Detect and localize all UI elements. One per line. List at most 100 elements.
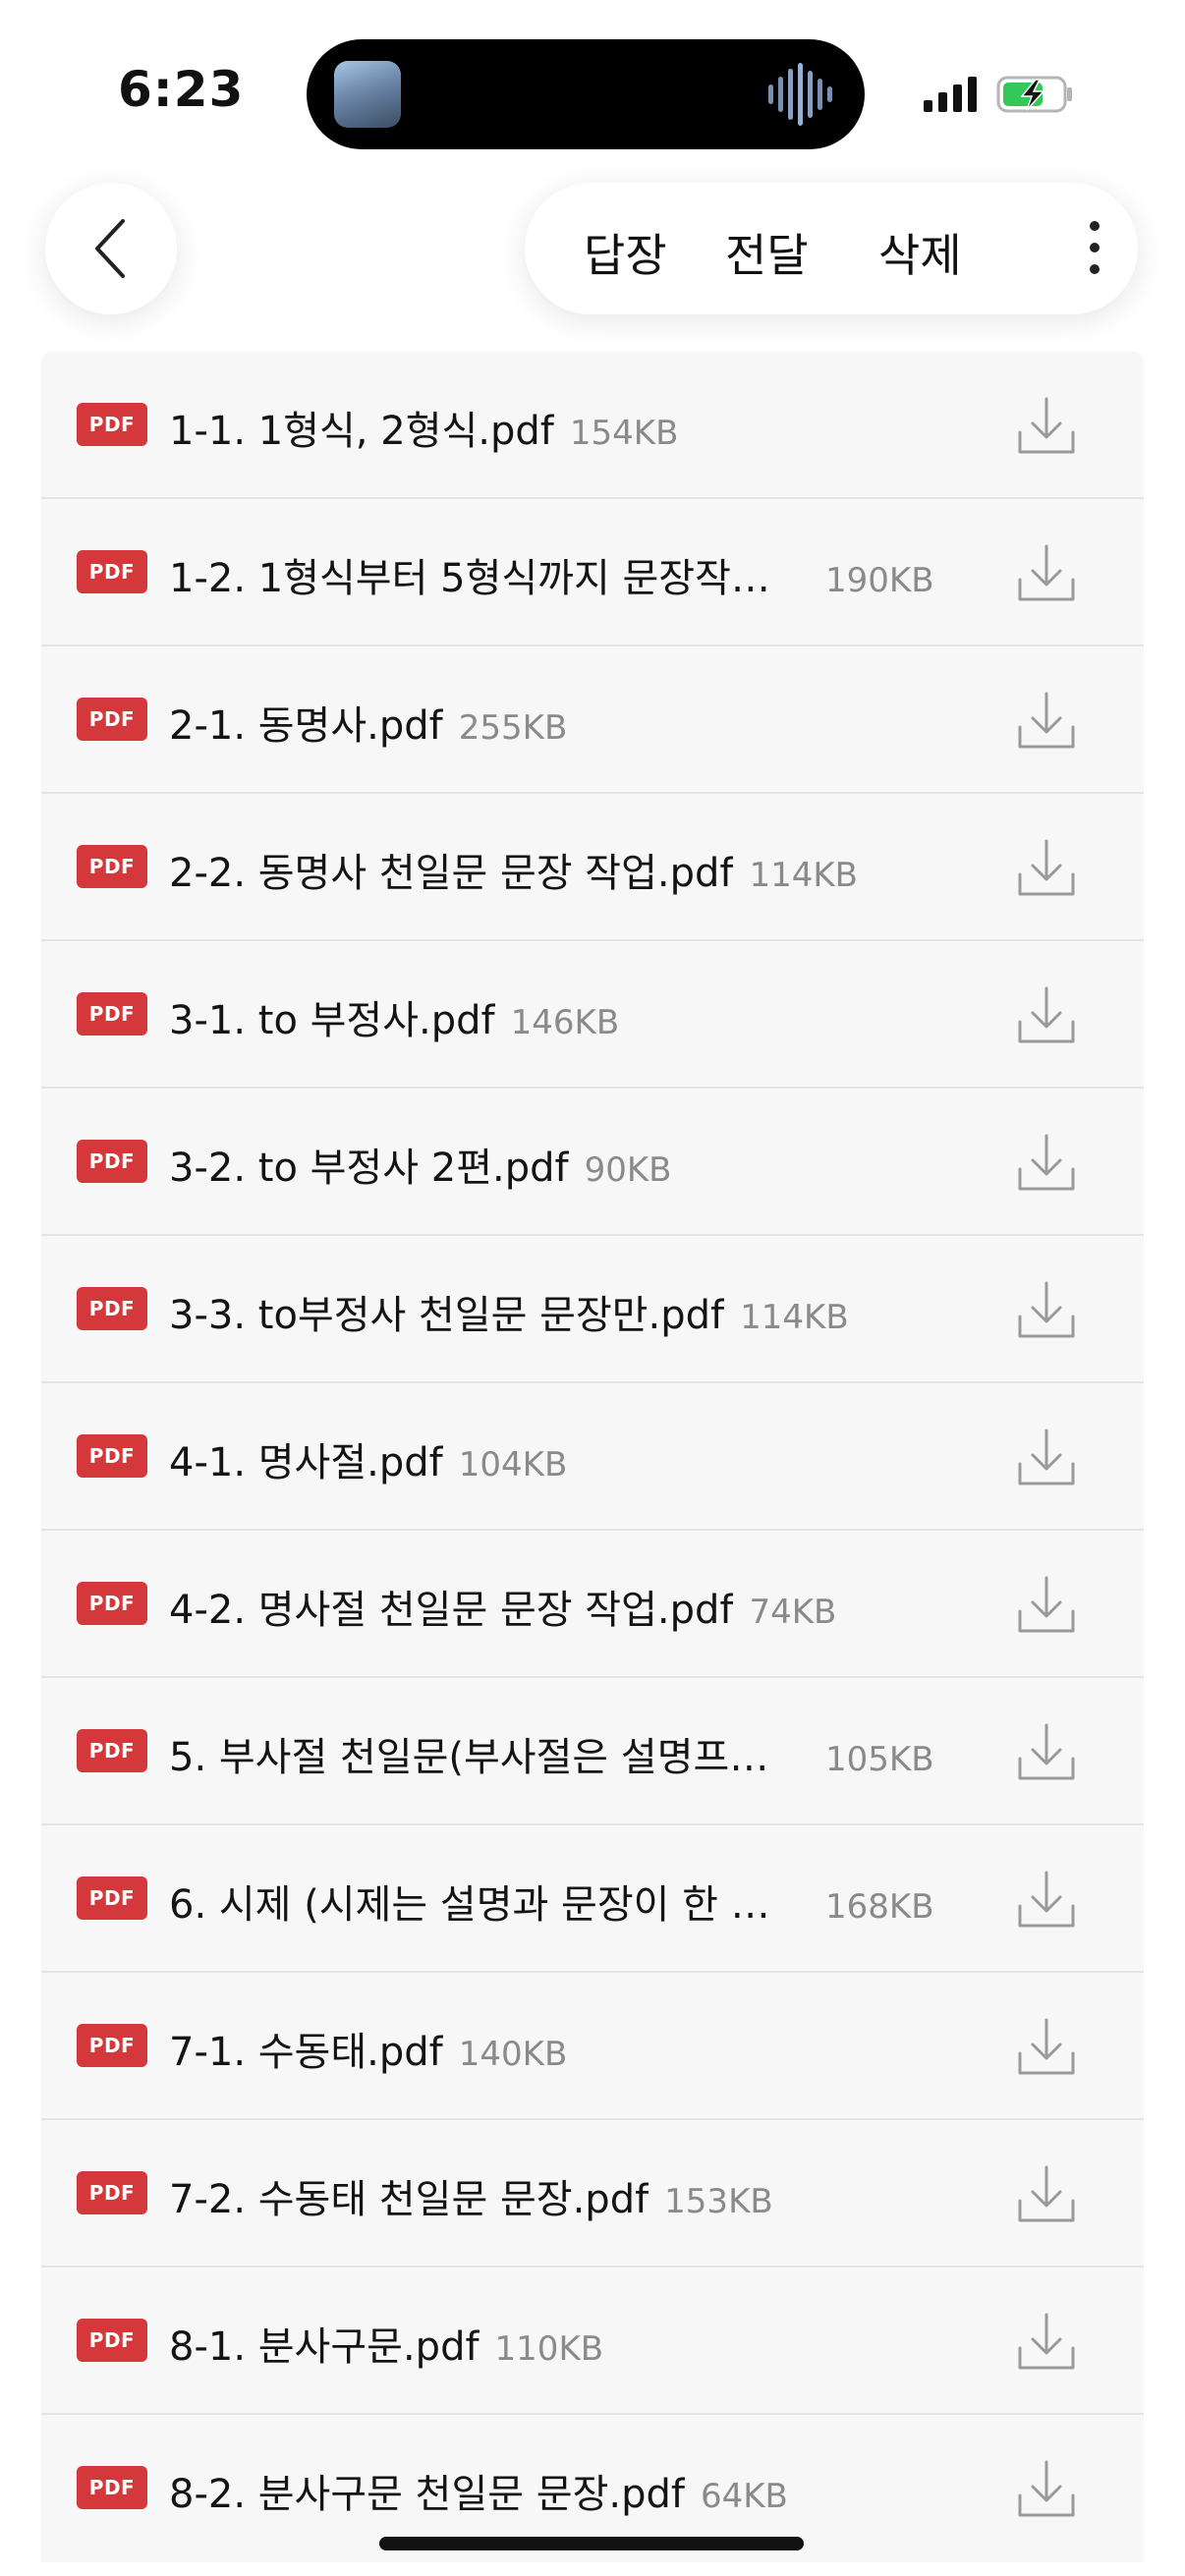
pdf-file-icon: PDF	[77, 403, 147, 446]
dynamic-island[interactable]	[307, 39, 865, 149]
attachment-filename: 4-2. 명사절 천일문 문장 작업.pdf	[169, 1588, 734, 1633]
pdf-file-icon: PDF	[77, 2171, 147, 2214]
attachment-filename: 5. 부사절 천일문(부사절은 설명프린...	[169, 1735, 798, 1780]
attachment-info: 5. 부사절 천일문(부사절은 설명프린... 105KB	[169, 1725, 985, 1780]
attachment-size: 114KB	[740, 1298, 849, 1337]
download-icon[interactable]	[1014, 2014, 1079, 2079]
delete-button[interactable]: 삭제	[878, 220, 962, 285]
battery-charging-icon	[996, 76, 1072, 113]
message-actions: 답장 전달 삭제	[525, 183, 1138, 314]
pdf-file-icon: PDF	[77, 1582, 147, 1625]
pdf-file-icon: PDF	[77, 698, 147, 741]
attachment-row[interactable]: PDF 3-1. to 부정사.pdf 146KB	[41, 941, 1144, 1089]
download-icon[interactable]	[1014, 2456, 1079, 2521]
more-vertical-icon	[1090, 221, 1100, 274]
pdf-file-icon: PDF	[77, 845, 147, 888]
attachment-filename: 8-2. 분사구문 천일문 문장.pdf	[169, 2472, 685, 2517]
attachment-row[interactable]: PDF 2-1. 동명사.pdf 255KB	[41, 646, 1144, 794]
download-icon[interactable]	[1014, 393, 1079, 458]
attachment-filename: 3-3. to부정사 천일문 문장만.pdf	[169, 1293, 725, 1338]
pdf-file-icon: PDF	[77, 1434, 147, 1478]
download-icon[interactable]	[1014, 1719, 1079, 1784]
back-button[interactable]	[45, 183, 177, 314]
attachment-filename: 3-2. to 부정사 2편.pdf	[169, 1146, 569, 1191]
attachment-info: 1-1. 1형식, 2형식.pdf 154KB	[169, 399, 985, 454]
attachment-row[interactable]: PDF 3-2. to 부정사 2편.pdf 90KB	[41, 1089, 1144, 1236]
pdf-file-icon: PDF	[77, 1729, 147, 1772]
attachment-info: 3-2. to 부정사 2편.pdf 90KB	[169, 1136, 985, 1191]
attachment-row[interactable]: PDF 2-2. 동명사 천일문 문장 작업.pdf 114KB	[41, 794, 1144, 941]
home-indicator[interactable]	[379, 2537, 804, 2550]
attachment-filename: 6. 시제 (시제는 설명과 문장이 한 프…	[169, 1882, 798, 1928]
attachment-size: 153KB	[664, 2182, 773, 2221]
pdf-file-icon: PDF	[77, 2024, 147, 2067]
status-bar: 6:23	[0, 0, 1185, 167]
attachment-size: 146KB	[510, 1003, 620, 1042]
attachment-size: 190KB	[825, 561, 934, 600]
attachment-size: 140KB	[458, 2035, 568, 2074]
attachment-filename: 8-1. 분사구문.pdf	[169, 2324, 480, 2370]
pdf-file-icon: PDF	[77, 1876, 147, 1920]
download-icon[interactable]	[1014, 2161, 1079, 2226]
attachment-size: 255KB	[458, 708, 568, 748]
attachment-size: 154KB	[569, 414, 679, 453]
download-icon[interactable]	[1014, 1425, 1079, 1489]
attachment-info: 7-2. 수동태 천일문 문장.pdf 153KB	[169, 2167, 985, 2222]
audio-waveform-icon	[768, 63, 832, 126]
attachment-row[interactable]: PDF 1-2. 1형식부터 5형식까지 문장작업… 190KB	[41, 499, 1144, 646]
attachment-size: 90KB	[584, 1150, 672, 1190]
attachment-filename: 2-1. 동명사.pdf	[169, 703, 443, 749]
attachment-info: 8-2. 분사구문 천일문 문장.pdf 64KB	[169, 2462, 985, 2517]
attachment-filename: 1-2. 1형식부터 5형식까지 문장작업…	[169, 556, 798, 601]
attachment-row[interactable]: PDF 5. 부사절 천일문(부사절은 설명프린... 105KB	[41, 1678, 1144, 1825]
pdf-file-icon: PDF	[77, 2466, 147, 2509]
attachment-info: 7-1. 수동태.pdf 140KB	[169, 2020, 985, 2075]
pdf-file-icon: PDF	[77, 1287, 147, 1330]
forward-button[interactable]: 전달	[725, 220, 809, 285]
pdf-file-icon: PDF	[77, 992, 147, 1036]
download-icon[interactable]	[1014, 2309, 1079, 2374]
attachment-info: 6. 시제 (시제는 설명과 문장이 한 프… 168KB	[169, 1873, 985, 1928]
attachment-row[interactable]: PDF 7-2. 수동태 천일문 문장.pdf 153KB	[41, 2120, 1144, 2268]
attachment-row[interactable]: PDF 4-1. 명사절.pdf 104KB	[41, 1383, 1144, 1531]
attachment-size: 110KB	[494, 2329, 604, 2369]
download-icon[interactable]	[1014, 688, 1079, 753]
download-icon[interactable]	[1014, 1572, 1079, 1637]
download-icon[interactable]	[1014, 540, 1079, 605]
attachment-size: 105KB	[825, 1740, 934, 1779]
download-icon[interactable]	[1014, 982, 1079, 1047]
attachment-filename: 7-2. 수동태 천일문 문장.pdf	[169, 2177, 649, 2222]
more-options-button[interactable]	[1055, 208, 1134, 287]
attachment-info: 3-1. to 부정사.pdf 146KB	[169, 988, 985, 1043]
attachment-row[interactable]: PDF 4-2. 명사절 천일문 문장 작업.pdf 74KB	[41, 1531, 1144, 1678]
attachment-size: 74KB	[749, 1593, 837, 1632]
download-icon[interactable]	[1014, 1130, 1079, 1195]
attachment-row[interactable]: PDF 8-1. 분사구문.pdf 110KB	[41, 2268, 1144, 2415]
pdf-file-icon: PDF	[77, 550, 147, 593]
attachment-list: PDF 1-1. 1형식, 2형식.pdf 154KB PDF 1-2. 1형식…	[41, 352, 1144, 2562]
attachment-size: 64KB	[700, 2477, 788, 2516]
attachment-info: 8-1. 분사구문.pdf 110KB	[169, 2315, 985, 2370]
attachment-info: 2-1. 동명사.pdf 255KB	[169, 694, 985, 749]
attachment-filename: 4-1. 명사절.pdf	[169, 1440, 443, 1485]
pdf-file-icon: PDF	[77, 1140, 147, 1183]
attachment-info: 3-3. to부정사 천일문 문장만.pdf 114KB	[169, 1283, 985, 1338]
attachment-info: 2-2. 동명사 천일문 문장 작업.pdf 114KB	[169, 841, 985, 896]
download-icon[interactable]	[1014, 1867, 1079, 1932]
download-icon[interactable]	[1014, 835, 1079, 900]
attachment-size: 104KB	[458, 1445, 568, 1484]
attachment-filename: 1-1. 1형식, 2형식.pdf	[169, 409, 554, 454]
attachment-row[interactable]: PDF 6. 시제 (시제는 설명과 문장이 한 프… 168KB	[41, 1825, 1144, 1973]
mail-toolbar: 답장 전달 삭제	[0, 177, 1185, 324]
status-time: 6:23	[118, 61, 245, 118]
attachment-row[interactable]: PDF 3-3. to부정사 천일문 문장만.pdf 114KB	[41, 1236, 1144, 1383]
attachment-size: 168KB	[825, 1887, 934, 1927]
download-icon[interactable]	[1014, 1277, 1079, 1342]
now-playing-thumbnail	[334, 61, 401, 128]
cellular-signal-icon	[924, 77, 977, 112]
attachment-filename: 7-1. 수동태.pdf	[169, 2030, 443, 2075]
reply-button[interactable]: 답장	[584, 220, 667, 285]
attachment-row[interactable]: PDF 1-1. 1형식, 2형식.pdf 154KB	[41, 352, 1144, 499]
attachment-row[interactable]: PDF 7-1. 수동태.pdf 140KB	[41, 1973, 1144, 2120]
attachment-info: 4-1. 명사절.pdf 104KB	[169, 1430, 985, 1485]
